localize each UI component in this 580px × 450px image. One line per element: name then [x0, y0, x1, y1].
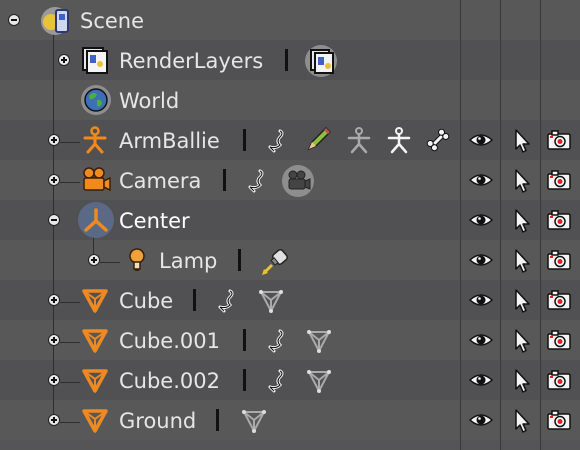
- constraint-hook-icon[interactable]: [266, 127, 294, 155]
- item-separator: [216, 409, 219, 431]
- world-icon: [80, 84, 112, 116]
- collapse-toggle[interactable]: [48, 214, 60, 226]
- item-separator: [223, 169, 226, 191]
- renderability-camera-icon[interactable]: [546, 327, 572, 353]
- mesh-data-icon[interactable]: [257, 287, 285, 315]
- selectability-cursor-icon[interactable]: [508, 407, 534, 433]
- renderability-camera-icon[interactable]: [546, 247, 572, 273]
- expand-toggle[interactable]: [48, 294, 60, 306]
- render-layers-icon: [80, 46, 108, 74]
- renderability-camera-icon[interactable]: [546, 207, 572, 233]
- expand-toggle[interactable]: [88, 254, 100, 266]
- mesh-object-icon: [81, 406, 109, 434]
- visibility-eye-icon[interactable]: [468, 367, 494, 393]
- column-separator: [460, 0, 461, 450]
- tree-branch: [60, 342, 80, 343]
- render-layers-data-icon[interactable]: [303, 44, 339, 78]
- armature-data-icon[interactable]: [385, 126, 413, 154]
- renderability-camera-icon[interactable]: [546, 407, 572, 433]
- camera-object-icon: [80, 166, 112, 194]
- selectability-cursor-icon[interactable]: [508, 127, 534, 153]
- visibility-eye-icon[interactable]: [468, 167, 494, 193]
- tree-branch: [60, 142, 80, 143]
- world-label: World: [119, 89, 180, 113]
- constraint-hook-icon[interactable]: [246, 167, 274, 195]
- selectability-cursor-icon[interactable]: [508, 247, 534, 273]
- tree-branch: [60, 422, 80, 423]
- selectability-cursor-icon[interactable]: [508, 367, 534, 393]
- constraint-hook-icon[interactable]: [266, 327, 294, 355]
- cube-001-label: Cube.001: [119, 329, 220, 353]
- item-separator: [243, 129, 246, 151]
- tree-branch: [60, 182, 80, 183]
- visibility-eye-icon[interactable]: [468, 327, 494, 353]
- expand-toggle[interactable]: [48, 174, 60, 186]
- scene-label: Scene: [80, 9, 145, 33]
- renderability-camera-icon[interactable]: [546, 167, 572, 193]
- armballie-label: ArmBallie: [119, 129, 220, 153]
- mesh-data-icon[interactable]: [305, 327, 333, 355]
- item-separator: [238, 249, 241, 271]
- mesh-object-icon: [81, 366, 109, 394]
- camera-label: Camera: [119, 169, 202, 193]
- constraint-hook-icon[interactable]: [266, 367, 294, 395]
- scene-icon: [40, 6, 74, 36]
- expand-toggle[interactable]: [48, 414, 60, 426]
- visibility-eye-icon[interactable]: [468, 287, 494, 313]
- renderability-camera-icon[interactable]: [546, 287, 572, 313]
- visibility-eye-icon[interactable]: [468, 247, 494, 273]
- selectability-cursor-icon[interactable]: [508, 287, 534, 313]
- armature-object-icon: [81, 126, 109, 154]
- expand-toggle[interactable]: [48, 134, 60, 146]
- item-separator: [243, 369, 246, 391]
- visibility-eye-icon[interactable]: [468, 127, 494, 153]
- item-separator: [285, 49, 288, 71]
- outliner-panel: Scene RenderLayers World ArmBallie Camer…: [0, 0, 580, 450]
- mesh-object-icon: [81, 286, 109, 314]
- renderability-camera-icon[interactable]: [546, 127, 572, 153]
- item-separator: [193, 289, 196, 311]
- lamp-object-icon: [124, 246, 152, 274]
- cube-002-label: Cube.002: [119, 369, 220, 393]
- expand-toggle[interactable]: [48, 374, 60, 386]
- camera-data-icon[interactable]: [280, 164, 316, 198]
- expand-toggle[interactable]: [58, 54, 70, 66]
- tree-branch: [60, 302, 80, 303]
- selectability-cursor-icon[interactable]: [508, 327, 534, 353]
- visibility-eye-icon[interactable]: [468, 407, 494, 433]
- selectability-cursor-icon[interactable]: [508, 167, 534, 193]
- constraint-hook-icon[interactable]: [216, 287, 244, 315]
- column-separator: [540, 0, 541, 450]
- lamp-label: Lamp: [159, 249, 218, 273]
- bone-icon[interactable]: [424, 126, 452, 154]
- pencil-icon[interactable]: [305, 125, 333, 153]
- center-label: Center: [119, 209, 190, 233]
- renderability-camera-icon[interactable]: [546, 367, 572, 393]
- tree-branch: [100, 262, 120, 263]
- expand-toggle[interactable]: [48, 334, 60, 346]
- selectability-cursor-icon[interactable]: [508, 207, 534, 233]
- cube-label: Cube: [119, 289, 174, 313]
- mesh-object-icon: [81, 326, 109, 354]
- renderlayers-label: RenderLayers: [119, 49, 264, 73]
- pose-icon[interactable]: [345, 126, 373, 154]
- ground-label: Ground: [119, 409, 197, 433]
- mesh-data-icon[interactable]: [240, 407, 268, 435]
- column-separator: [500, 0, 501, 450]
- item-separator: [243, 329, 246, 351]
- empty-object-icon: [82, 206, 110, 234]
- lamp-data-icon[interactable]: [260, 245, 292, 277]
- mesh-data-icon[interactable]: [305, 367, 333, 395]
- tree-branch: [60, 382, 80, 383]
- visibility-eye-icon[interactable]: [468, 207, 494, 233]
- collapse-toggle[interactable]: [8, 14, 20, 26]
